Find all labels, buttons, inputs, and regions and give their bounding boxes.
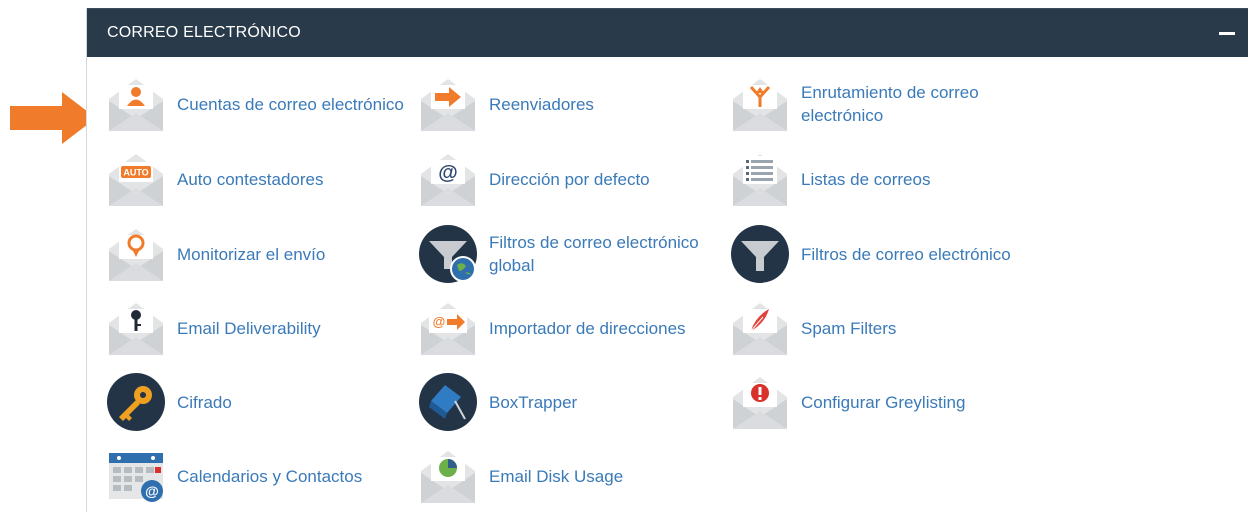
item-label: Auto contestadores — [177, 169, 324, 189]
item-label: Filtros de correo electrónico — [801, 244, 1011, 264]
item-greylisting[interactable]: Configurar Greylisting — [729, 370, 965, 434]
item-default-address[interactable]: @ Dirección por defecto — [417, 147, 650, 211]
autoresponders-icon: AUTO — [105, 148, 167, 210]
item-email-disk-usage[interactable]: Email Disk Usage — [417, 444, 623, 508]
panel-title: CORREO ELECTRÓNICO — [107, 24, 301, 41]
item-label: Reenviadores — [489, 94, 594, 114]
item-label: Importador de direcciones — [489, 318, 686, 338]
item-global-email-filters[interactable]: Filtros de correo electrónico global — [417, 222, 719, 286]
track-delivery-icon — [105, 223, 167, 285]
email-filters-icon — [729, 223, 791, 285]
item-label: Filtros de correo electrónico global — [489, 233, 699, 275]
calendars-contacts-icon: @ — [105, 445, 167, 507]
email-disk-usage-icon — [417, 445, 479, 507]
item-label: Email Deliverability — [177, 318, 321, 338]
item-label: Spam Filters — [801, 318, 897, 338]
item-email-accounts[interactable]: Cuentas de correo electrónico — [105, 72, 404, 136]
item-label: Email Disk Usage — [489, 466, 624, 486]
mailing-lists-icon — [729, 148, 791, 210]
item-boxtrapper[interactable]: BoxTrapper — [417, 370, 577, 434]
item-label: BoxTrapper — [489, 392, 578, 412]
email-accounts-icon — [105, 73, 167, 135]
address-importer-icon: @ — [417, 297, 479, 359]
email-tools-grid: Cuentas de correo electrónico Reenviador… — [87, 56, 1248, 512]
item-email-filters[interactable]: Filtros de correo electrónico — [729, 222, 1011, 286]
svg-text:@: @ — [438, 162, 458, 184]
panel-header: CORREO ELECTRÓNICO — [87, 8, 1248, 57]
item-autoresponders[interactable]: AUTO Auto contestadores — [105, 147, 323, 211]
default-address-icon: @ — [417, 148, 479, 210]
email-deliverability-icon — [105, 297, 167, 359]
item-mailing-lists[interactable]: Listas de correos — [729, 147, 930, 211]
item-label: Cifrado — [177, 392, 232, 412]
item-track-delivery[interactable]: Monitorizar el envío — [105, 222, 325, 286]
collapse-button[interactable] — [1219, 32, 1235, 35]
email-routing-icon — [729, 73, 791, 135]
item-encryption[interactable]: Cifrado — [105, 370, 232, 434]
forwarders-icon — [417, 73, 479, 135]
item-label: Configurar Greylisting — [801, 392, 966, 412]
svg-text:@: @ — [145, 483, 159, 499]
encryption-icon — [105, 371, 167, 433]
svg-text:AUTO: AUTO — [123, 168, 148, 178]
item-email-deliverability[interactable]: Email Deliverability — [105, 296, 321, 360]
email-panel: CORREO ELECTRÓNICO Cuentas de correo ele… — [86, 8, 1248, 512]
boxtrapper-icon — [417, 371, 479, 433]
item-forwarders[interactable]: Reenviadores — [417, 72, 594, 136]
item-address-importer[interactable]: @ Importador de direcciones — [417, 296, 686, 360]
svg-text:@: @ — [433, 314, 446, 329]
global-email-filters-icon — [417, 223, 479, 285]
item-email-routing[interactable]: Enrutamiento de correo electrónico — [729, 72, 1031, 136]
item-label: Enrutamiento de correo electrónico — [801, 83, 979, 125]
item-label: Monitorizar el envío — [177, 244, 326, 264]
spam-filters-icon — [729, 297, 791, 359]
item-label: Cuentas de correo electrónico — [177, 94, 404, 114]
greylisting-icon — [729, 371, 791, 433]
item-calendars-contacts[interactable]: @ Calendarios y Contactos — [105, 444, 362, 508]
item-label: Calendarios y Contactos — [177, 466, 363, 486]
item-label: Dirección por defecto — [489, 169, 650, 189]
item-label: Listas de correos — [801, 169, 931, 189]
item-spam-filters[interactable]: Spam Filters — [729, 296, 896, 360]
